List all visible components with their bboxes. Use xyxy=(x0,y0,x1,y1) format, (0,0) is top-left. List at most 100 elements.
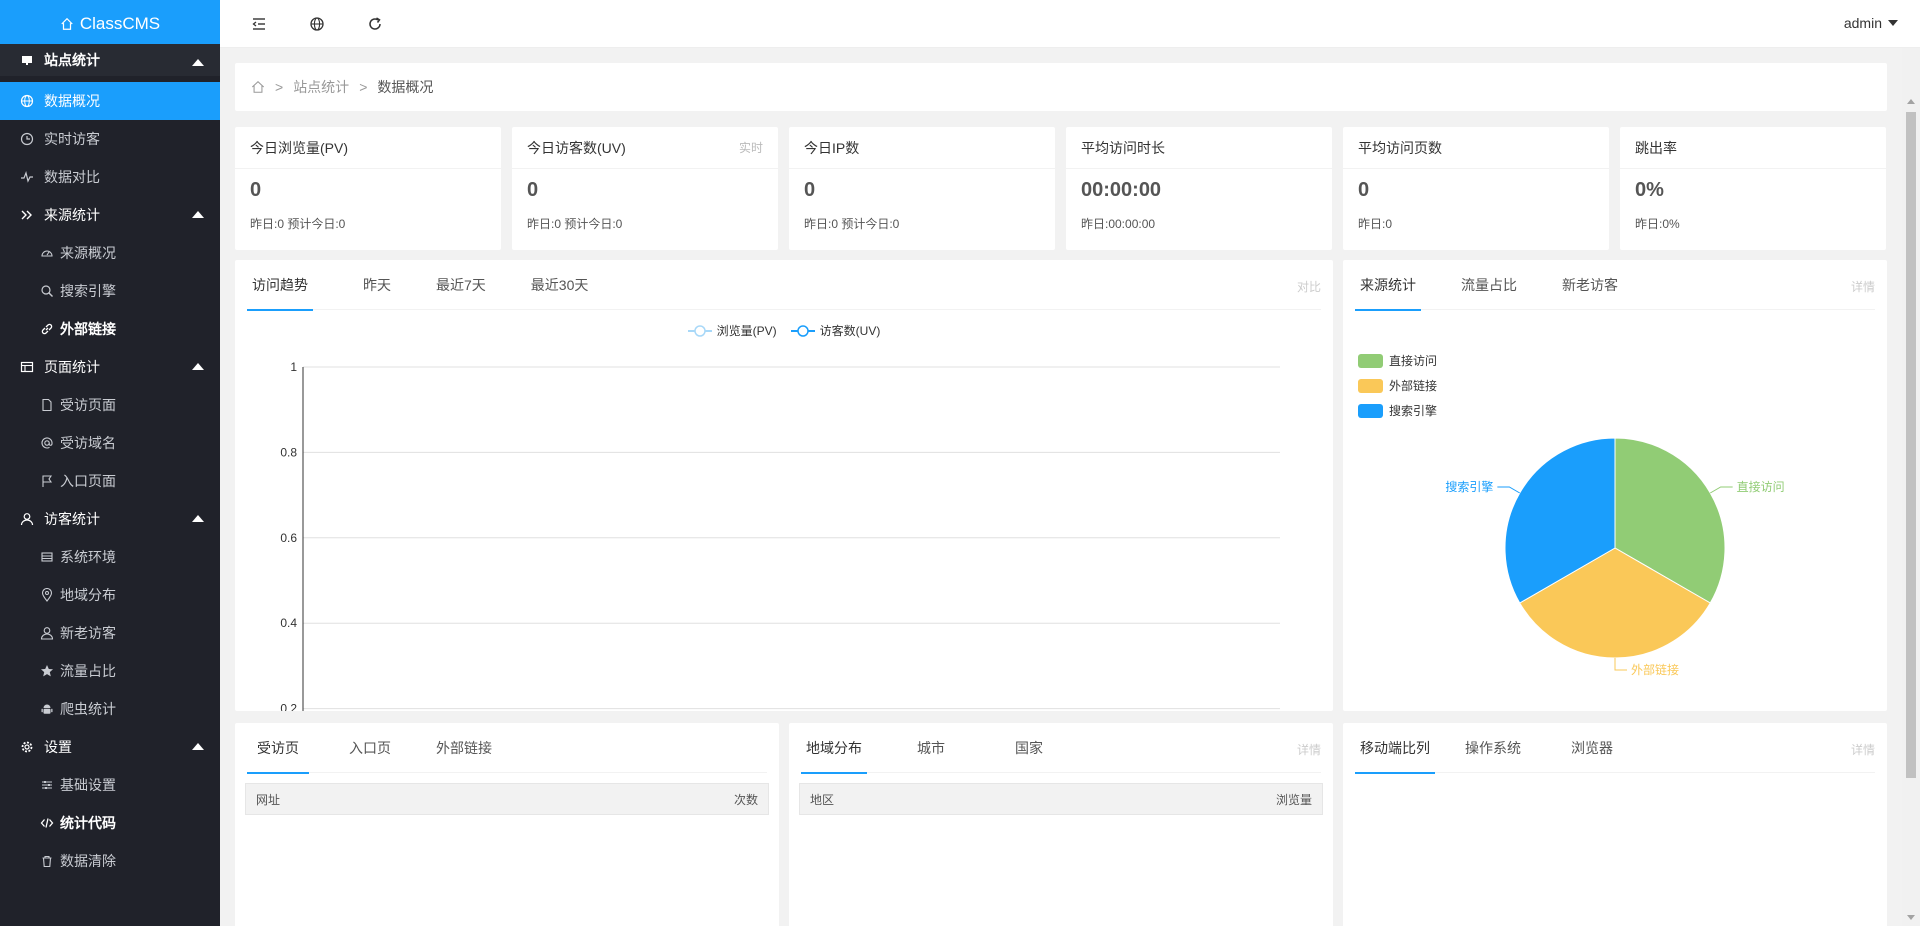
tab-30days[interactable]: 最近30天 xyxy=(526,260,594,310)
menu-group-pages[interactable]: 页面统计 xyxy=(0,348,220,386)
legend-label: 访客数(UV) xyxy=(819,324,881,338)
y-tick-label: 0.2 xyxy=(280,702,297,711)
trend-tabs: 访问趋势 昨天 最近7天 最近30天 对比 xyxy=(247,260,1321,311)
tab-entry-pages[interactable]: 入口页 xyxy=(344,723,396,773)
server-icon xyxy=(40,550,54,564)
flag-icon xyxy=(40,474,54,488)
home-icon[interactable] xyxy=(251,80,265,94)
menu-group-visitors[interactable]: 访客统计 xyxy=(0,500,220,538)
pie-label-line xyxy=(1710,486,1733,494)
sidebar-item-new-old[interactable]: 新老访客 xyxy=(0,614,220,652)
gauge-icon xyxy=(40,246,54,260)
tab-trend[interactable]: 访问趋势 xyxy=(247,260,313,311)
menu-group-settings[interactable]: 设置 xyxy=(0,728,220,766)
username: admin xyxy=(1843,15,1882,31)
sidebar-item-overview[interactable]: 数据概况 xyxy=(0,82,220,120)
sidebar: ClassCMS 站点统计 数据概况 实时访客 数据对比 来源统计 来源概况 搜… xyxy=(0,0,220,926)
tab-region[interactable]: 地域分布 xyxy=(801,723,867,774)
column-header-region: 地区 xyxy=(810,792,835,807)
tab-mobile-ratio[interactable]: 移动端比列 xyxy=(1355,723,1435,774)
caret-up-icon xyxy=(192,743,204,750)
pie-label-line xyxy=(1614,658,1627,671)
menu-collapse-icon[interactable] xyxy=(250,15,268,33)
sidebar-item-visited-pages[interactable]: 受访页面 xyxy=(0,386,220,424)
pages-panel: 受访页 入口页 外部链接 网址 次数 xyxy=(235,723,779,926)
device-tabs: 移动端比列 操作系统 浏览器 详情 xyxy=(1355,723,1875,774)
menu-group-source[interactable]: 来源统计 xyxy=(0,196,220,234)
tab-browser[interactable]: 浏览器 xyxy=(1566,723,1618,773)
breadcrumb: > 站点统计 > 数据概况 xyxy=(235,63,1887,111)
sidebar-item-data-clear[interactable]: 数据清除 xyxy=(0,842,220,880)
sidebar-item-crawler[interactable]: 爬虫统计 xyxy=(0,690,220,728)
menu-group-label: 站点统计 xyxy=(44,52,100,68)
stat-sub: 昨日:0 预计今日:0 xyxy=(804,217,900,231)
android-icon xyxy=(40,702,54,716)
sidebar-item-source-overview[interactable]: 来源概况 xyxy=(0,234,220,272)
table-header: 地区 浏览量 xyxy=(799,783,1323,815)
pie-label-line xyxy=(1497,486,1520,494)
tab-os[interactable]: 操作系统 xyxy=(1460,723,1526,773)
breadcrumb-current: 数据概况 xyxy=(377,79,434,95)
sidebar-item-basic-settings[interactable]: 基础设置 xyxy=(0,766,220,804)
legend-item-uv[interactable]: 访客数(UV) xyxy=(790,322,881,339)
sidebar-item-stat-code[interactable]: 统计代码 xyxy=(0,804,220,842)
tab-visited-pages[interactable]: 受访页 xyxy=(247,723,309,774)
sidebar-item-label: 入口页面 xyxy=(60,473,116,489)
y-tick-label: 0.4 xyxy=(280,616,297,630)
tab-external-links[interactable]: 外部链接 xyxy=(431,723,497,773)
layout-icon xyxy=(20,360,34,374)
sidebar-item-realtime[interactable]: 实时访客 xyxy=(0,120,220,158)
stat-title: 今日访客数(UV) xyxy=(527,139,626,156)
sidebar-item-system-env[interactable]: 系统环境 xyxy=(0,538,220,576)
book-icon xyxy=(20,53,34,67)
sidebar-item-region[interactable]: 地域分布 xyxy=(0,576,220,614)
legend-label: 浏览量(PV) xyxy=(716,324,777,338)
stat-title: 平均访问页数 xyxy=(1358,139,1442,156)
user-outline-icon xyxy=(40,626,54,640)
sidebar-item-label: 系统环境 xyxy=(60,549,116,565)
sidebar-item-entry-pages[interactable]: 入口页面 xyxy=(0,462,220,500)
tab-7days[interactable]: 最近7天 xyxy=(431,260,491,310)
details-link[interactable]: 详情 xyxy=(1297,741,1321,758)
tab-city[interactable]: 城市 xyxy=(912,723,950,773)
stat-value: 0 xyxy=(804,179,816,201)
sidebar-item-traffic-share[interactable]: 流量占比 xyxy=(0,652,220,690)
sidebar-item-label: 数据概况 xyxy=(44,93,100,109)
sidebar-item-label: 统计代码 xyxy=(60,815,116,831)
device-panel: 移动端比列 操作系统 浏览器 详情 xyxy=(1343,723,1887,926)
sidebar-item-visited-domains[interactable]: 受访域名 xyxy=(0,424,220,462)
menu-group-label: 页面统计 xyxy=(44,359,100,375)
source-pie-chart: 直接访问外部链接 搜索引擎 xyxy=(1445,437,1785,677)
y-tick-label: 0.8 xyxy=(280,445,297,459)
user-menu[interactable]: admin xyxy=(1844,15,1898,31)
stat-sub: 昨日:0 xyxy=(1358,217,1393,231)
region-panel: 地域分布 城市 国家 详情 地区 浏览量 xyxy=(789,723,1333,926)
menu-group-site-stats[interactable]: 站点统计 xyxy=(0,44,220,76)
gear-icon xyxy=(20,740,34,754)
pie-slice-label: 外部链接 xyxy=(1631,662,1679,677)
scrollbar[interactable] xyxy=(1902,48,1920,926)
sidebar-item-external-links[interactable]: 外部链接 xyxy=(0,310,220,348)
breadcrumb-link[interactable]: 站点统计 xyxy=(293,77,349,97)
region-tabs: 地域分布 城市 国家 详情 xyxy=(801,723,1321,774)
app-logo[interactable]: ClassCMS xyxy=(0,0,220,48)
globe-icon[interactable] xyxy=(308,15,326,33)
breadcrumb-separator: > xyxy=(359,79,368,95)
caret-down-icon xyxy=(1888,20,1898,26)
tab-yesterday[interactable]: 昨天 xyxy=(358,260,396,310)
user-icon xyxy=(20,512,34,526)
tab-country[interactable]: 国家 xyxy=(1010,723,1048,773)
scroll-up-arrow-icon[interactable] xyxy=(1907,99,1915,104)
sidebar-item-compare[interactable]: 数据对比 xyxy=(0,158,220,196)
refresh-icon[interactable] xyxy=(366,15,384,33)
scrollbar-thumb[interactable] xyxy=(1906,112,1916,778)
legend-item-pv[interactable]: 浏览量(PV) xyxy=(687,322,777,339)
stat-tag-realtime[interactable]: 实时 xyxy=(739,139,763,156)
sidebar-item-search-engine[interactable]: 搜索引擎 xyxy=(0,272,220,310)
scroll-down-arrow-icon[interactable] xyxy=(1907,915,1915,920)
compare-link[interactable]: 对比 xyxy=(1297,278,1321,295)
caret-up-icon xyxy=(192,211,204,218)
details-link[interactable]: 详情 xyxy=(1851,741,1875,758)
sidebar-item-label: 受访页面 xyxy=(60,397,116,413)
sidebar-item-label: 地域分布 xyxy=(60,587,116,603)
